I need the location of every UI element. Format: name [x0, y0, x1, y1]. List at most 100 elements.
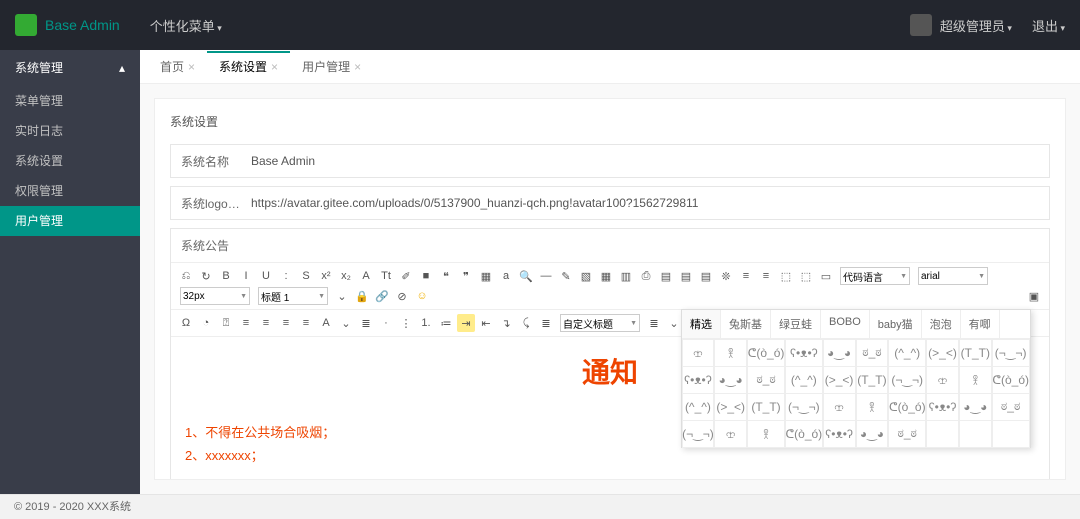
tb1-btn-0[interactable]: ⎌ [177, 267, 195, 285]
tb1-btn-23[interactable]: ⎙ [637, 267, 655, 285]
tb1-btn-7[interactable]: x² [317, 267, 335, 285]
emoji-cell-3-9[interactable] [992, 420, 1030, 448]
tab-close-2[interactable]: × [354, 60, 361, 74]
tb2-btn-18[interactable]: ≣ [537, 314, 555, 332]
tb1-btn-6[interactable]: S [297, 267, 315, 285]
emoji-cell-0-9[interactable]: (¬‿¬) [992, 339, 1030, 367]
tb2-btn-7[interactable]: A [317, 314, 335, 332]
tb1-btn-29[interactable]: ≡ [757, 267, 775, 285]
emoji-tab-2[interactable]: 绿豆蛙 [771, 310, 821, 338]
tab-close-1[interactable]: × [271, 60, 278, 74]
tb1-btn-32[interactable]: ▭ [817, 267, 835, 285]
emoji-tab-6[interactable]: 有唧 [961, 310, 1000, 338]
emoji-tab-5[interactable]: 泡泡 [922, 310, 961, 338]
tb2-btn-3[interactable]: ≡ [237, 314, 255, 332]
emoji-cell-0-7[interactable]: (>_<) [926, 339, 959, 367]
sidebar-item-4[interactable]: 用户管理 [0, 206, 140, 236]
emoji-cell-0-6[interactable]: (^_^) [888, 339, 926, 367]
tb2-btn-4[interactable]: ≡ [257, 314, 275, 332]
tb1-btn-5[interactable]: : [277, 267, 295, 285]
emoji-cell-1-0[interactable]: ʕ•ᴥ•ʔ [682, 366, 715, 394]
tb1-btn-30[interactable]: ⬚ [777, 267, 795, 285]
emoji-cell-2-7[interactable]: ʕ•ᴥ•ʔ [926, 393, 959, 421]
tb1-btn-9[interactable]: A [357, 267, 375, 285]
tb1-btn-24[interactable]: ▤ [657, 267, 675, 285]
emoji-cell-2-3[interactable]: (¬‿¬) [785, 393, 823, 421]
emoji-cell-3-2[interactable]: 𖨆 [747, 420, 785, 448]
input-system-logo[interactable] [251, 196, 1039, 210]
select-heading[interactable]: 标题 1 [258, 287, 328, 305]
tb2-btn-12[interactable]: 1. [417, 314, 435, 332]
tb2-btn-1[interactable]: ◔ [197, 314, 215, 332]
fullscreen-icon[interactable]: ▣ [1025, 287, 1043, 305]
tab-0[interactable]: 首页× [148, 51, 207, 83]
tb1-btn-14[interactable]: ❞ [457, 267, 475, 285]
tb1-btn-31[interactable]: ⬚ [797, 267, 815, 285]
tb1-btn-10[interactable]: Tt [377, 267, 395, 285]
emoji-cell-0-4[interactable]: ◕‿◕ [823, 339, 856, 367]
tb1-btn-22[interactable]: ▥ [617, 267, 635, 285]
tab-close-0[interactable]: × [188, 60, 195, 74]
emoji-cell-1-9[interactable]: ᕦ(ò_ó) [992, 366, 1030, 394]
tb2-btn-10[interactable]: · [377, 314, 395, 332]
tb1-btn-26[interactable]: ▤ [697, 267, 715, 285]
emoji-cell-3-1[interactable]: 𖧑 [714, 420, 747, 448]
tb2-btn-5[interactable]: ≡ [277, 314, 295, 332]
select-custom-title[interactable]: 自定义标题 [560, 314, 640, 332]
sidebar-item-2[interactable]: 系统设置 [0, 146, 140, 176]
emoji-tab-3[interactable]: BOBO [821, 310, 870, 338]
emoji-cell-2-5[interactable]: 𖨆 [856, 393, 889, 421]
emoji-cell-3-3[interactable]: ᕦ(ò_ó) [785, 420, 823, 448]
emoji-cell-1-8[interactable]: 𖨆 [959, 366, 992, 394]
tb2-btn-9[interactable]: ≣ [357, 314, 375, 332]
emoji-cell-1-7[interactable]: 𖧑 [926, 366, 959, 394]
select-code_lang[interactable]: 代码语言 [840, 267, 910, 285]
emoji-cell-1-1[interactable]: ◕‿◕ [714, 366, 747, 394]
emoji-cell-2-1[interactable]: (>_<) [714, 393, 747, 421]
logout-link[interactable]: 退出 [1032, 16, 1065, 35]
emoji-cell-0-5[interactable]: ಠ_ಠ [856, 339, 889, 367]
tb1-btn-21[interactable]: ▦ [597, 267, 615, 285]
tab-2[interactable]: 用户管理× [290, 51, 373, 83]
tb2-btn-13[interactable]: ≔ [437, 314, 455, 332]
emoji-cell-0-8[interactable]: (T_T) [959, 339, 992, 367]
emoji-cell-0-3[interactable]: ʕ•ᴥ•ʔ [785, 339, 823, 367]
emoji-cell-1-4[interactable]: (>_<) [823, 366, 856, 394]
emoji-cell-2-8[interactable]: ◕‿◕ [959, 393, 992, 421]
tb1-btn-27[interactable]: ❊ [717, 267, 735, 285]
emoji-cell-2-0[interactable]: (^_^) [682, 393, 715, 421]
emoji-cell-0-2[interactable]: ᕦ(ò_ó) [747, 339, 785, 367]
emoji-tab-4[interactable]: baby猫 [870, 310, 922, 338]
emoji-cell-3-8[interactable] [959, 420, 992, 448]
tb2-btn-15[interactable]: ⇤ [477, 314, 495, 332]
tb1-btn-2[interactable]: B [217, 267, 235, 285]
tb1-btn-1[interactable]: ↻ [197, 267, 215, 285]
emoji-tab-1[interactable]: 兔斯基 [721, 310, 771, 338]
tb1-trail-3[interactable]: ⊘ [393, 287, 411, 305]
emoji-cell-0-0[interactable]: 𖧑 [682, 339, 715, 367]
emoji-cell-3-0[interactable]: (¬‿¬) [682, 420, 715, 448]
emoji-cell-0-1[interactable]: 𖨆 [714, 339, 747, 367]
tb2-btn-19[interactable]: ≣ [645, 314, 663, 332]
editor-body[interactable]: 通知 1、不得在公共场合吸烟； 2、xxxxxxx； 精选兔斯基绿豆蛙BOBOb… [171, 337, 1049, 480]
tb1-btn-28[interactable]: ≡ [737, 267, 755, 285]
emoji-cell-3-4[interactable]: ʕ•ᴥ•ʔ [823, 420, 856, 448]
select-font_family[interactable]: arial [918, 267, 988, 285]
emoji-cell-3-5[interactable]: ◕‿◕ [856, 420, 889, 448]
tb1-btn-15[interactable]: ▦ [477, 267, 495, 285]
emoji-cell-1-5[interactable]: (T_T) [856, 366, 889, 394]
emoji-cell-2-6[interactable]: ᕦ(ò_ó) [888, 393, 926, 421]
tab-1[interactable]: 系统设置× [207, 51, 290, 83]
tb1-btn-12[interactable]: ■ [417, 267, 435, 285]
input-system-name[interactable] [251, 154, 1039, 168]
tb1-btn-17[interactable]: 🔍 [517, 267, 535, 285]
tb2-btn-0[interactable]: Ω [177, 314, 195, 332]
tb1-btn-20[interactable]: ▧ [577, 267, 595, 285]
emoji-button[interactable]: ☺ [413, 287, 431, 305]
tb1-btn-11[interactable]: ✐ [397, 267, 415, 285]
tb2-btn-14[interactable]: ⇥ [457, 314, 475, 332]
emoji-cell-1-6[interactable]: (¬‿¬) [888, 366, 926, 394]
tb1-trail-1[interactable]: 🔒 [353, 287, 371, 305]
tb1-btn-8[interactable]: x₂ [337, 267, 355, 285]
sidebar-group-system[interactable]: 系统管理 [0, 50, 140, 86]
